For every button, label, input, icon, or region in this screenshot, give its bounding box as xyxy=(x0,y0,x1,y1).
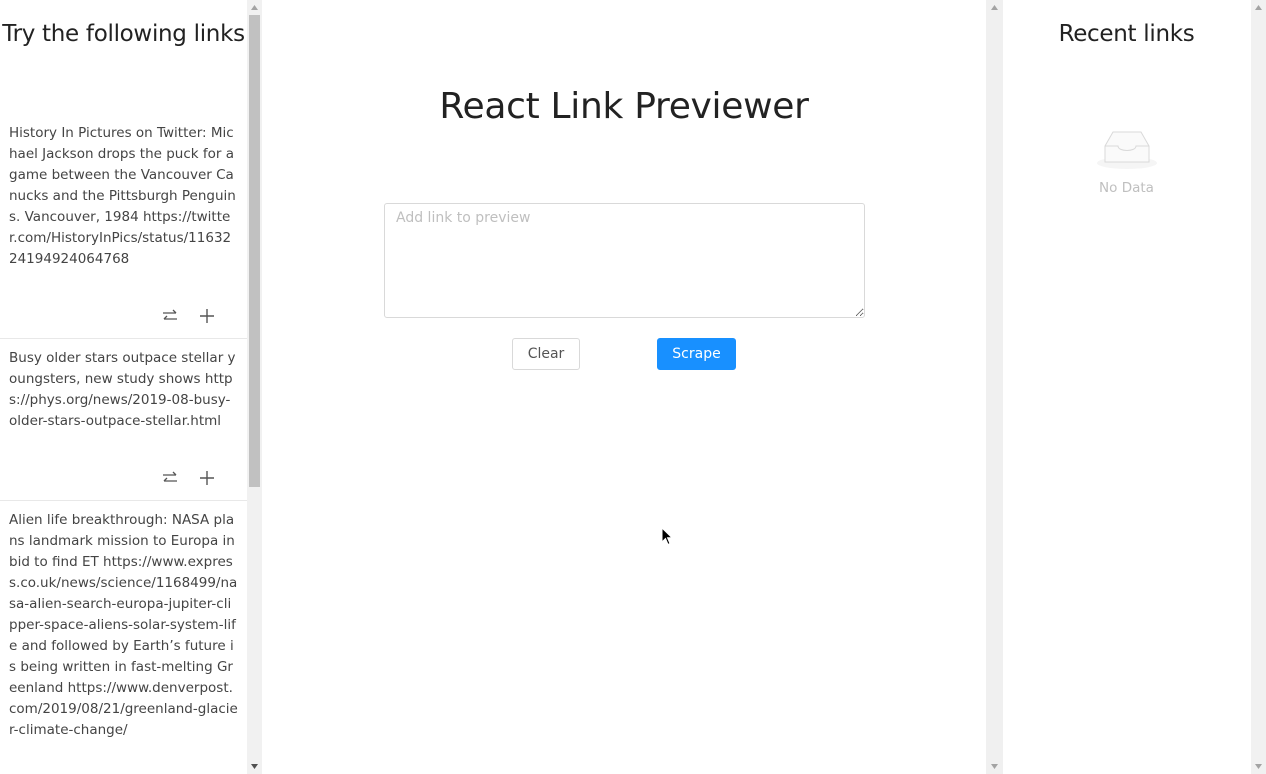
no-data-text: No Data xyxy=(1099,180,1154,196)
plus-icon[interactable] xyxy=(196,305,217,326)
left-sidebar: Try the following links History In Pictu… xyxy=(0,0,247,774)
right-sidebar-title: Recent links xyxy=(1058,21,1195,47)
link-card: Busy older stars outpace stellar youngst… xyxy=(0,348,247,501)
mouse-cursor-icon xyxy=(661,526,674,550)
swap-icon[interactable] xyxy=(159,305,180,326)
scroll-thumb[interactable] xyxy=(249,15,260,487)
link-card-text: Busy older stars outpace stellar youngst… xyxy=(9,350,236,429)
left-scrollbar[interactable] xyxy=(247,0,262,774)
scrape-button[interactable]: Scrape xyxy=(657,338,736,370)
right-scrollbar[interactable] xyxy=(1251,0,1266,774)
link-card: Alien life breakthrough: NASA plans land… xyxy=(0,510,247,774)
scroll-down-arrow[interactable] xyxy=(987,759,1002,774)
empty-state: No Data xyxy=(1003,128,1250,196)
scroll-up-arrow[interactable] xyxy=(247,0,262,15)
scroll-down-arrow[interactable] xyxy=(247,759,262,774)
left-sidebar-title: Try the following links xyxy=(2,21,245,47)
clear-button[interactable]: Clear xyxy=(512,338,580,370)
scroll-up-arrow[interactable] xyxy=(1251,0,1266,15)
right-sidebar: Recent links No Data xyxy=(1003,0,1250,774)
swap-icon[interactable] xyxy=(159,467,180,488)
center-scrollbar[interactable] xyxy=(986,0,1003,774)
main-panel: React Link Previewer Clear Scrape xyxy=(262,0,986,774)
link-input[interactable] xyxy=(384,203,865,318)
link-card-text: History In Pictures on Twitter: Michael … xyxy=(9,125,236,267)
empty-inbox-icon xyxy=(1096,131,1157,169)
link-card: History In Pictures on Twitter: Michael … xyxy=(0,123,247,339)
scroll-down-arrow[interactable] xyxy=(1251,759,1266,774)
link-card-text: Alien life breakthrough: NASA plans land… xyxy=(9,512,238,738)
page-title: React Link Previewer xyxy=(439,86,809,127)
scroll-up-arrow[interactable] xyxy=(987,0,1002,15)
plus-icon[interactable] xyxy=(196,467,217,488)
